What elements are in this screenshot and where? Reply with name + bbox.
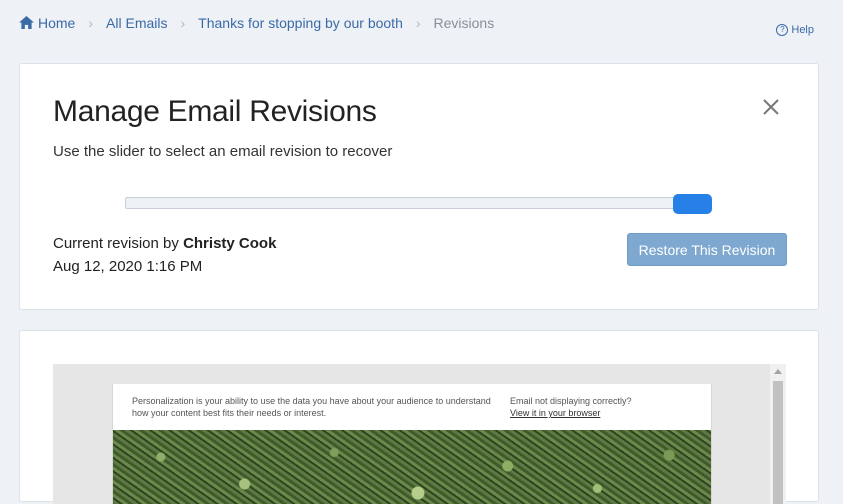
chevron-right-icon: › <box>180 15 186 31</box>
scroll-thumb[interactable] <box>773 381 783 504</box>
email-preview-panel: Personalization is your ability to use t… <box>19 330 819 504</box>
breadcrumb: Home › All Emails › Thanks for stopping … <box>19 14 494 32</box>
scroll-up-icon[interactable] <box>774 369 782 374</box>
breadcrumb-current: Revisions <box>433 15 495 31</box>
restore-revision-button[interactable]: Restore This Revision <box>627 233 787 266</box>
page-subtitle: Use the slider to select an email revisi… <box>53 143 393 160</box>
chevron-right-icon: › <box>415 15 421 31</box>
breadcrumb-all-emails[interactable]: All Emails <box>106 15 167 31</box>
revisions-panel: Manage Email Revisions Use the slider to… <box>19 63 819 310</box>
page-title: Manage Email Revisions <box>53 95 377 128</box>
revision-slider-track[interactable] <box>125 197 707 209</box>
question-circle-icon: ? <box>776 24 789 36</box>
breadcrumb-home-label: Home <box>38 15 76 31</box>
current-revision-prefix: Current revision by <box>53 235 184 252</box>
revision-date: Aug 12, 2020 1:16 PM <box>53 258 203 275</box>
breadcrumb-home[interactable]: Home <box>19 15 75 31</box>
preview-scrollbar[interactable] <box>770 364 786 504</box>
email-hero-image <box>113 430 711 504</box>
email-preview-frame[interactable]: Personalization is your ability to use t… <box>53 364 786 504</box>
email-preheader-text: Personalization is your ability to use t… <box>132 396 491 418</box>
current-revision-label: Current revision by Christy Cook <box>53 235 276 252</box>
email-not-displaying-text: Email not displaying correctly? <box>510 396 632 406</box>
revision-author: Christy Cook <box>183 235 277 252</box>
chevron-right-icon: › <box>88 15 94 31</box>
help-link[interactable]: ? Help <box>776 24 814 36</box>
close-icon[interactable] <box>762 98 780 116</box>
email-body: Personalization is your ability to use t… <box>112 384 712 504</box>
help-label: Help <box>791 24 814 36</box>
revision-slider-handle[interactable] <box>673 194 712 214</box>
home-icon <box>19 16 34 29</box>
email-view-online: Email not displaying correctly? View it … <box>510 395 632 419</box>
breadcrumb-email[interactable]: Thanks for stopping by our booth <box>198 15 403 31</box>
view-in-browser-link[interactable]: View it in your browser <box>510 407 632 419</box>
